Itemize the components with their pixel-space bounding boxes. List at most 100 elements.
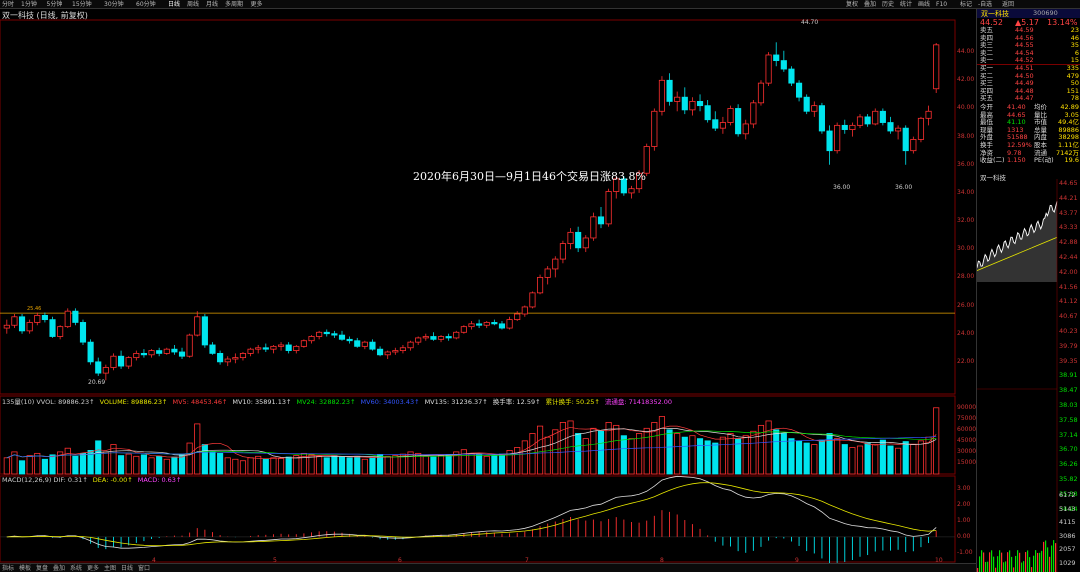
bottom-tab-6[interactable]: 主图 [104,564,116,572]
volume-bar [521,440,528,475]
candle-body [34,314,41,323]
volume-axis-label: 60000 [957,425,977,433]
candle-body [209,344,216,354]
bottom-tab-2[interactable]: 复盘 [36,564,48,572]
candle-body [239,352,247,359]
volume-bar [933,407,940,475]
candle-body [696,101,704,107]
price-axis-label: 34.00 [957,188,975,196]
bottom-tab-5[interactable]: 更多 [87,564,99,572]
candle-body [872,110,879,125]
bottom-tab-1[interactable]: 模板 [19,564,31,572]
candle-body [605,191,612,225]
book-price: 44.47 [1015,94,1034,103]
volume-indicator-item: 累计换手: 50.25↑ [545,398,600,406]
volume-bar [849,447,856,475]
candle-body [902,127,909,152]
mini-price-axis-label: 42.44 [1059,253,1078,261]
price-axis-label: 22.00 [957,357,975,365]
volume-bar [140,454,147,475]
volume-bar [26,455,33,475]
candle-body [780,60,787,70]
volume-bar [79,452,87,475]
candle-body [506,319,513,329]
volume-bar [773,429,780,475]
candle-body [361,341,368,347]
mini-price-axis-label: 43.77 [1059,208,1078,217]
mini-volume-bar [1009,550,1011,572]
bottom-tab-7[interactable]: 日线 [121,564,133,572]
volume-bar [72,455,79,475]
volume-bar [331,455,338,475]
candle-body [559,243,566,260]
mini-volume-bar [1035,550,1037,572]
candle-body [750,102,757,125]
candle-body [818,105,825,132]
volume-bar [597,430,605,475]
volume-bar [285,456,292,475]
volume-bar [742,435,749,475]
bottom-tab-3[interactable]: 叠加 [53,564,65,572]
candle-body [910,139,917,152]
mini-volume-axis-label: 3086 [1059,531,1076,540]
volume-bar [704,440,711,475]
volume-bar [910,444,917,475]
candle-body [917,117,925,140]
candle-body [247,348,254,354]
candle-body [384,351,391,356]
mini-volume-bar [983,552,985,572]
bottom-tab-8[interactable]: 窗口 [138,564,150,572]
volume-bar [575,433,582,475]
mini-volume-axis-label: 5143 [1059,504,1076,513]
mini-volume-bar [1005,561,1007,572]
high-price-label: 44.70 [801,19,819,26]
right-tab-8[interactable]: 返回 [1002,0,1014,9]
mini-volume-bar [1031,567,1033,572]
mini-price-axis-label: 37.14 [1059,430,1078,439]
candle-body [887,122,894,132]
price-panel-frame [0,19,956,395]
candle-body [628,188,635,194]
volume-bar [64,447,71,475]
mini-volume-bar [1021,562,1023,572]
candle-body [849,124,856,130]
volume-bar [476,454,483,475]
volume-bar [209,451,216,475]
candle-body [186,334,193,357]
candle-body [377,348,384,356]
candle-body [277,344,285,347]
volume-bar [354,455,361,475]
candle-body [148,350,155,356]
volume-bar [796,440,803,475]
volume-bar [316,455,323,475]
mini-price-axis-label: 39.35 [1059,356,1078,365]
right-tab-7[interactable]: -自选 [978,0,992,9]
candle-body [102,367,109,374]
mini-volume-bar [981,550,983,572]
bottom-tab-0[interactable]: 指标 [2,564,14,572]
candle-body [445,336,452,339]
volume-bar [171,456,178,475]
mini-price-axis-label: 44.21 [1059,193,1078,202]
mini-price-axis-label: 40.67 [1059,312,1078,321]
candle-body [308,336,315,342]
volume-bar [217,452,224,475]
mini-volume-bar [1029,557,1031,572]
candle-body [26,322,33,332]
volume-bar [445,454,452,475]
candle-body [41,314,48,321]
stat-label: PE(动) [1034,156,1054,165]
candle-body [856,116,864,126]
candle-body [3,324,10,329]
bottom-toolbar: 指标 模板 复盘 叠加 系统 更多 主图 日线 窗口 [0,563,976,572]
candle-body [133,352,140,359]
bottom-tab-4[interactable]: 系统 [70,564,82,572]
volume-bar [468,452,475,475]
candle-body [110,355,117,368]
mini-volume-bar [1033,555,1035,572]
volume-bar [872,444,879,475]
mini-price-area [977,201,1057,282]
volume-bar [879,439,886,475]
volume-bar [864,442,871,475]
volume-bar [224,457,231,475]
